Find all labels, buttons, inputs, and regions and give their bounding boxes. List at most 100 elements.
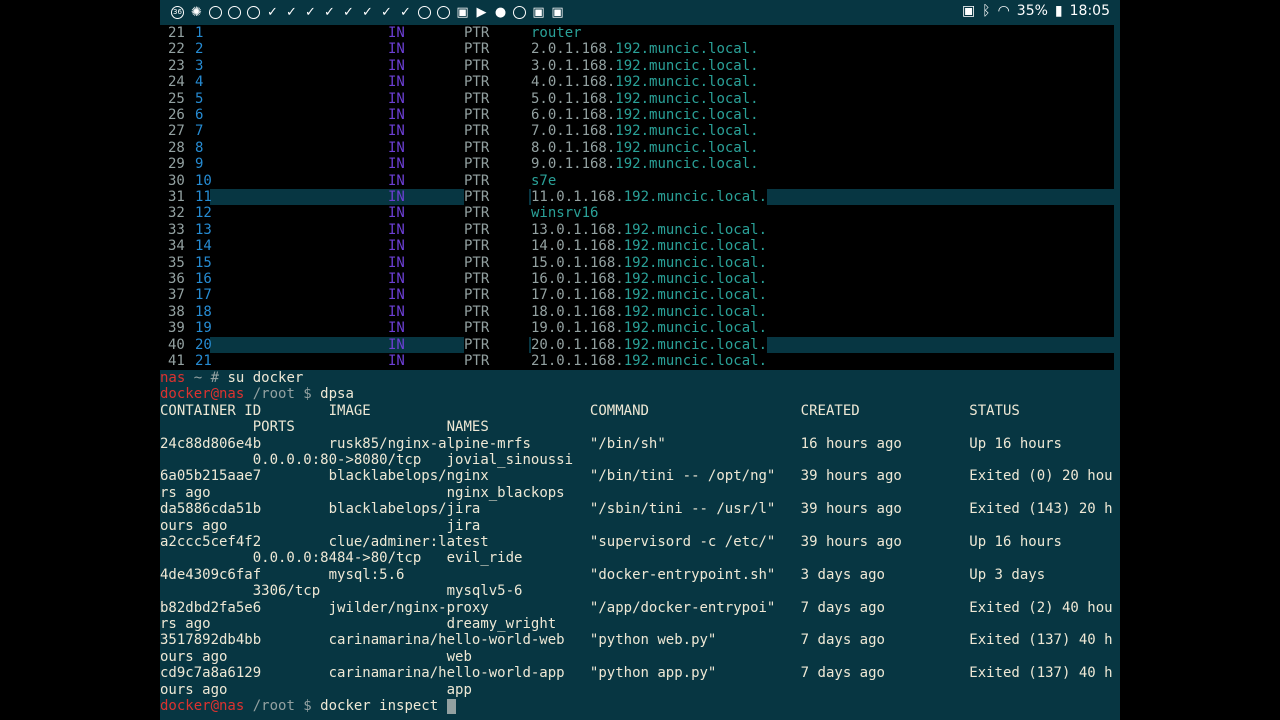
shell-line: a2ccc5cef4f2 clue/adminer:latest "supervis… [160, 534, 1120, 550]
ptr-domain: 192.muncic.local. [623, 336, 768, 353]
ptr-domain: 192.muncic.local. [623, 271, 768, 287]
vim-line: 37 17 IN PTR 17.0.1.168.192.muncic.local. [160, 287, 1114, 303]
container-command: "/sbin/tini -- /usr/l" [589, 501, 776, 518]
container-status: Exited (2) 40 hou [969, 599, 1113, 616]
terminal-cursor[interactable] [446, 699, 456, 714]
terminal-screen[interactable]: 36 ✺ ✓ ✓ ✓ ✓ ✓ ✓ ✓ ✓ ▣ ▶ ● ▣ ▣ ▣ ᛒ ◠ 35% ▮ 18:05 21 1 IN… [160, 0, 1120, 720]
record-name: 6 [195, 107, 204, 123]
record-class: IN [388, 139, 405, 156]
image-icon: ▣ [456, 5, 469, 20]
ptr-host: 17.0.1.168. [531, 287, 624, 304]
record-name: 5 [195, 90, 204, 107]
container-status-wrap: ours ago [160, 681, 228, 698]
record-class: IN [388, 254, 405, 271]
container-names: jira [446, 517, 481, 534]
record-class: IN [388, 90, 405, 107]
container-id: a2ccc5cef4f2 [160, 534, 262, 550]
header-created: CREATED [800, 402, 860, 419]
container-status: Up 16 hours [969, 534, 1062, 550]
record-type: PTR [464, 41, 490, 58]
record-name: 18 [195, 303, 212, 320]
chat-icon [206, 3, 225, 22]
ptr-host: router [531, 25, 582, 41]
record-value: 11.0.1.168.192.muncic.local. [531, 189, 768, 206]
record-class: IN [388, 189, 405, 206]
container-created: 3 days ago [800, 566, 885, 583]
record-class: IN [388, 320, 405, 337]
container-names: nginx_blackops [446, 484, 565, 501]
shell-line: da5886cda51b blacklabelops/jira "/sbin/tin… [160, 501, 1120, 517]
record-name: 17 [195, 287, 212, 304]
header-container-id: CONTAINER ID [160, 402, 262, 419]
container-status: Exited (137) 40 h [969, 632, 1113, 649]
vim-line: 32 12 IN PTR winsrv16 [160, 205, 1114, 221]
bluetooth-icon: ᛒ [982, 3, 991, 19]
record-value: 15.0.1.168.192.muncic.local. [531, 255, 767, 271]
line-number: 34 [168, 238, 185, 255]
container-id: 24c88d806e4b [160, 435, 262, 452]
vim-line: 40 20 IN PTR 20.0.1.168.192.muncic.local. [160, 336, 1114, 353]
ptr-domain: 192.muncic.local. [623, 287, 768, 304]
container-id: 4de4309c6faf [160, 566, 262, 583]
root-prompt-user: nas [160, 370, 186, 386]
record-class: IN [388, 238, 405, 255]
container-status-wrap: rs ago [160, 616, 211, 632]
container-image: blacklabelops/nginx [328, 468, 489, 485]
shell-line: docker@nas /root $ docker inspect [160, 698, 1120, 714]
container-command: "supervisord -c /etc/" [589, 534, 776, 550]
record-value: 20.0.1.168.192.muncic.local. [531, 336, 768, 353]
record-class: IN [388, 25, 405, 41]
record-class: IN [388, 271, 405, 287]
record-value: 9.0.1.168.192.muncic.local. [531, 156, 759, 172]
vim-editor-pane[interactable]: 21 1 IN PTR router 22 2 IN PTR 2.0.1.168.192.munc… [160, 25, 1114, 370]
container-image: mysql:5.6 [328, 566, 405, 583]
container-status: Up 16 hours [969, 435, 1062, 452]
ptr-domain: 192.muncic.local. [623, 189, 768, 205]
vim-line: 34 14 IN PTR 14.0.1.168.192.muncic.local. [160, 238, 1114, 254]
line-number: 36 [168, 271, 185, 287]
container-command: "/app/docker-entrypoi" [589, 599, 776, 616]
docker-prompt-active-command: docker inspect [320, 698, 447, 714]
ptr-host: 11.0.1.168. [531, 189, 624, 205]
record-name: 21 [195, 353, 212, 369]
record-class: IN [388, 287, 405, 304]
container-image: clue/adminer:latest [328, 534, 489, 550]
container-status: Up 3 days [969, 566, 1046, 583]
record-value: 13.0.1.168.192.muncic.local. [531, 222, 767, 238]
check-icon: ✓ [286, 5, 297, 20]
vim-line: 31 11 IN PTR 11.0.1.168.192.muncic.local. [160, 189, 1114, 206]
record-value: 17.0.1.168.192.muncic.local. [531, 287, 767, 303]
record-value: winsrv16 [531, 205, 598, 221]
shell-line: 0.0.0.0:80->8080/tcp jovial_sinoussi [160, 452, 1120, 468]
vim-line: 26 6 IN PTR 6.0.1.168.192.muncic.local. [160, 107, 1114, 123]
ptr-domain: 192.muncic.local. [623, 303, 768, 320]
docker-prompt-command: dpsa [320, 386, 354, 403]
ptr-host: 8.0.1.168. [531, 139, 616, 156]
record-value: 21.0.1.168.192.muncic.local. [531, 353, 767, 369]
record-value: 6.0.1.168.192.muncic.local. [531, 107, 759, 123]
line-number: 31 [168, 189, 185, 205]
ptr-host: 6.0.1.168. [531, 107, 616, 123]
container-status: Exited (143) 20 h [969, 501, 1113, 518]
record-name: 11 [195, 189, 212, 205]
ptr-domain: 192.muncic.local. [623, 238, 768, 255]
notification-icons: 36 ✺ ✓ ✓ ✓ ✓ ✓ ✓ ✓ ✓ ▣ ▶ ● ▣ ▣ [168, 3, 567, 22]
vim-line: 36 16 IN PTR 16.0.1.168.192.muncic.local. [160, 271, 1114, 287]
shell-output[interactable]: nas ~ # su docker docker@nas /root $ dpsa… [160, 370, 1120, 720]
shell-line: ours ago jira [160, 518, 1120, 534]
vim-scrollbar[interactable] [1114, 25, 1120, 370]
battery-level: 35% [1016, 3, 1048, 19]
record-name: 13 [195, 221, 212, 238]
container-image: rusk85/nginx-alpine-mrfs [328, 435, 531, 452]
shell-line: nas ~ # su docker [160, 370, 1120, 386]
record-type: PTR [464, 238, 490, 255]
ptr-host: 13.0.1.168. [531, 221, 624, 238]
container-created: 39 hours ago [800, 468, 902, 485]
chat-icon [434, 3, 453, 22]
check-icon: ✓ [362, 5, 373, 20]
container-created: 7 days ago [800, 599, 885, 616]
ptr-domain: 192.muncic.local. [615, 123, 759, 140]
record-class: IN [388, 221, 405, 238]
header-image: IMAGE [328, 402, 371, 419]
container-created: 39 hours ago [800, 501, 902, 518]
